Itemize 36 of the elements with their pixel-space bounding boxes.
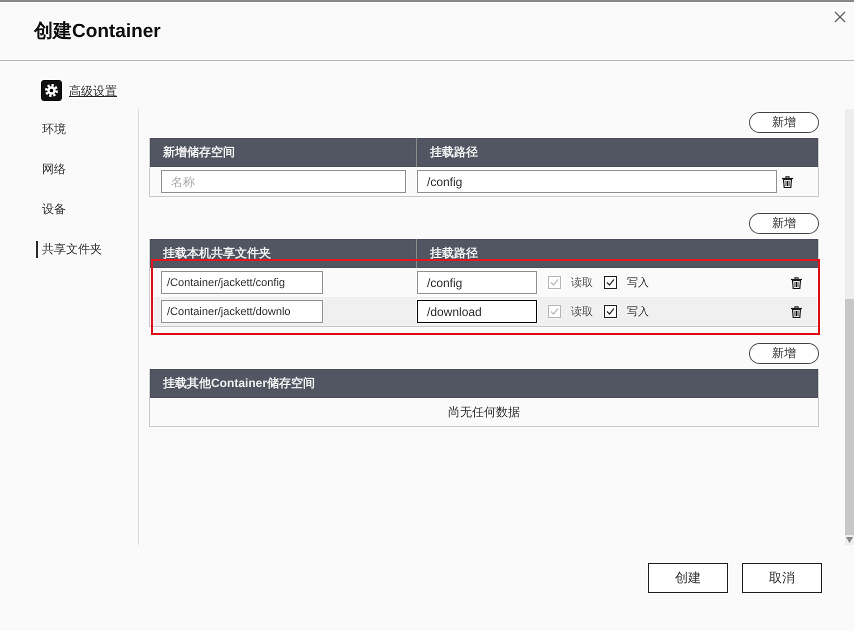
gear-icon — [41, 80, 62, 101]
column-header: 挂载路径 — [428, 245, 479, 262]
checkbox-label: 写入 — [627, 276, 649, 290]
sidebar-item[interactable]: 设备 — [42, 201, 66, 218]
sidebar-item[interactable]: 环境 — [42, 121, 66, 138]
trash-icon[interactable] — [791, 276, 802, 288]
trash-icon[interactable] — [782, 176, 793, 188]
column-header: 新增储存空间 — [150, 138, 417, 167]
input-field[interactable]: /download — [417, 300, 537, 323]
dialog-title: 创建Container — [34, 20, 161, 44]
dialog-button[interactable]: 取消 — [742, 563, 822, 593]
scroll-down-arrow-icon[interactable] — [846, 537, 853, 543]
input-field[interactable]: 名称 — [161, 170, 406, 193]
trash-icon[interactable] — [791, 306, 802, 318]
checkbox-label: 读取 — [571, 305, 593, 319]
column-header: 挂载其他Container储存空间 — [162, 375, 316, 392]
advanced-settings-link[interactable]: 高级设置 — [69, 83, 117, 100]
checkbox-label: 读取 — [571, 276, 593, 290]
input-field[interactable]: /Container/jackett/downlo — [161, 300, 323, 323]
add-button[interactable]: 新增 — [749, 112, 819, 133]
add-button[interactable]: 新增 — [749, 343, 819, 364]
empty-message: 尚无任何数据 — [447, 404, 521, 421]
sidebar-item[interactable]: 共享文件夹 — [36, 241, 102, 258]
checkbox-label: 写入 — [627, 305, 649, 319]
checkbox[interactable] — [604, 305, 617, 318]
column-header: 挂载路径 — [428, 144, 479, 161]
dialog-button[interactable]: 创建 — [648, 563, 728, 593]
input-field[interactable]: /Container/jackett/config — [161, 271, 323, 294]
scrollbar[interactable] — [845, 109, 854, 545]
input-field[interactable]: /config — [417, 170, 777, 193]
add-button[interactable]: 新增 — [749, 213, 819, 234]
column-header: 挂载本机共享文件夹 — [150, 239, 417, 268]
sidebar-item[interactable]: 网络 — [42, 161, 66, 178]
input-field[interactable]: /config — [417, 271, 537, 294]
close-icon[interactable] — [834, 11, 846, 23]
checkbox[interactable] — [604, 276, 617, 289]
